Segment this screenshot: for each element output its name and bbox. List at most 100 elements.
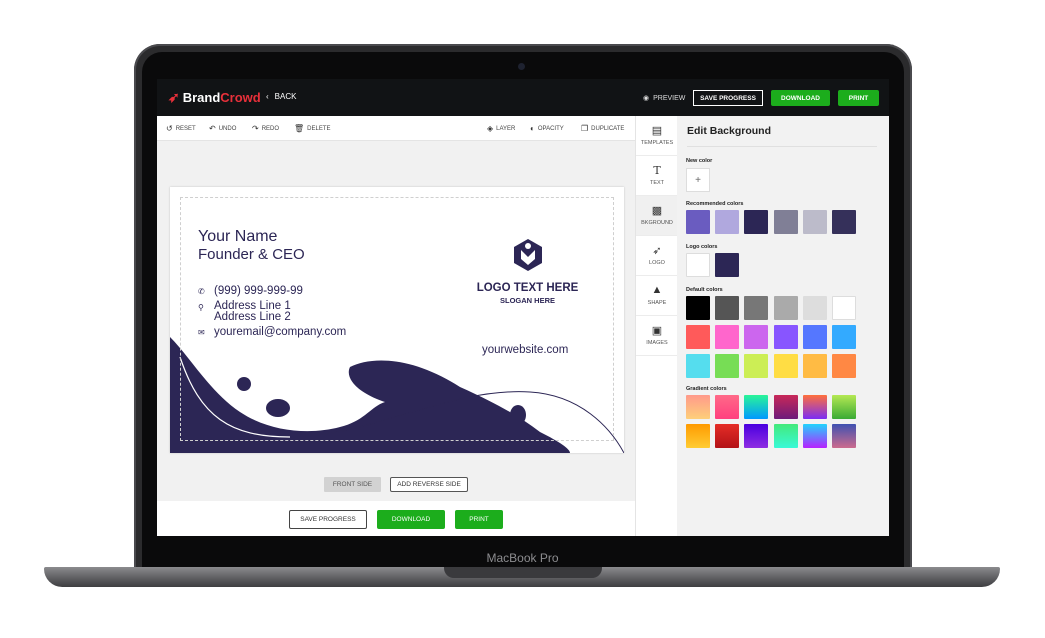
logo-color-swatch[interactable] xyxy=(715,253,740,277)
gradient-color-swatch[interactable] xyxy=(744,424,769,448)
gradient-color-swatch[interactable] xyxy=(715,424,740,448)
undo-button[interactable]: ↶ UNDO xyxy=(209,124,236,133)
sidebar-tabs: ▤ TEMPLATES T TEXT ▩ BKGROUND ➶ LOGO ▲ SHAPE … xyxy=(635,116,679,536)
recommended-color-swatch[interactable] xyxy=(686,210,710,234)
gradient-color-swatch[interactable] xyxy=(832,395,856,419)
gradient-color-swatch[interactable] xyxy=(773,424,798,448)
redo-icon: ↷ xyxy=(252,124,259,133)
delete-label: DELETE xyxy=(307,125,331,132)
slogan-text: SLOGAN HERE xyxy=(499,296,555,305)
gradient-color-swatch[interactable] xyxy=(715,395,740,419)
default-color-swatch[interactable] xyxy=(802,354,827,378)
logo-crowd-text: Crowd xyxy=(220,90,261,105)
opacity-button[interactable]: ◐ OPACITY xyxy=(530,124,564,133)
default-color-swatch[interactable] xyxy=(744,296,769,320)
tab-shape[interactable]: ▲ SHAPE xyxy=(636,276,678,316)
print-button[interactable]: PRINT xyxy=(838,90,879,106)
default-color-swatch[interactable] xyxy=(773,296,798,320)
default-color-swatch[interactable] xyxy=(802,325,827,349)
redo-label: REDO xyxy=(261,125,280,132)
default-color-swatch[interactable] xyxy=(773,354,798,378)
chevron-left-icon: ‹ xyxy=(266,92,269,101)
default-color-swatch[interactable] xyxy=(832,296,856,320)
plus-icon: + xyxy=(695,174,701,186)
reset-button[interactable]: ↺ RESET xyxy=(166,124,196,133)
brandcrowd-logo[interactable]: ➶ Brand Crowd xyxy=(168,89,261,106)
default-color-swatch[interactable] xyxy=(832,325,856,349)
default-color-swatch[interactable] xyxy=(773,325,798,349)
bottom-print-button[interactable]: PRINT xyxy=(455,510,503,529)
card-phone[interactable]: ✆ (999) 999-999-99 xyxy=(198,285,303,297)
bottom-download-button[interactable]: DOWNLOAD xyxy=(377,510,445,529)
background-icon: ▩ xyxy=(651,205,663,217)
top-bar: ➶ Brand Crowd ‹ BACK ◉ PREVIEW SAVE PROGR… xyxy=(157,79,889,116)
tab-logo[interactable]: ➶ LOGO xyxy=(636,236,678,276)
save-progress-button[interactable]: SAVE PROGRESS xyxy=(693,90,763,106)
business-card-front[interactable]: Your Name Founder & CEO ✆ (999) 999-999-9… xyxy=(170,187,624,453)
recommended-color-swatch[interactable] xyxy=(715,210,740,234)
editor-toolbar: ↺ RESET ↶ UNDO ↷ REDO 🗑 DELETE ◈ LAYER ◐ OPACI… xyxy=(157,116,635,141)
front-side-tab[interactable]: FRONT SIDE xyxy=(324,477,381,492)
card-name[interactable]: Your Name xyxy=(198,228,277,246)
tab-templates[interactable]: ▤ TEMPLATES xyxy=(636,116,678,156)
gradient-color-swatch[interactable] xyxy=(802,395,827,419)
recommended-color-swatch[interactable] xyxy=(802,210,827,234)
gradient-color-swatch[interactable] xyxy=(744,395,769,419)
back-button[interactable]: ‹ BACK xyxy=(266,92,296,101)
mail-icon: ✉ xyxy=(198,328,205,337)
shield-logo-icon xyxy=(513,239,542,271)
recommended-colors-label: Recommended colors xyxy=(686,201,744,207)
download-button[interactable]: DOWNLOAD xyxy=(771,90,830,106)
logo-color-swatch[interactable] xyxy=(686,253,710,277)
tab-images[interactable]: ▣ IMAGES xyxy=(636,316,678,356)
card-role[interactable]: Founder & CEO xyxy=(198,246,305,263)
bottom-save-progress-button[interactable]: SAVE PROGRESS xyxy=(289,510,367,529)
gradient-color-swatch[interactable] xyxy=(832,424,856,448)
redo-button[interactable]: ↷ REDO xyxy=(252,124,279,133)
default-color-swatch[interactable] xyxy=(744,354,769,378)
add-color-button[interactable]: + xyxy=(686,168,710,192)
laptop-notch xyxy=(444,567,602,578)
duplicate-button[interactable]: ❐ DUPLICATE xyxy=(581,124,624,133)
default-color-swatch[interactable] xyxy=(686,354,710,378)
location-pin-icon: ⚲ xyxy=(198,303,204,312)
default-color-swatch[interactable] xyxy=(744,325,769,349)
tab-background[interactable]: ▩ BKGROUND xyxy=(636,196,678,236)
delete-button[interactable]: 🗑 DELETE xyxy=(294,124,331,133)
preview-button[interactable]: ◉ PREVIEW xyxy=(643,94,686,103)
gradient-color-swatch[interactable] xyxy=(686,424,710,448)
recommended-color-swatch[interactable] xyxy=(832,210,856,234)
logo-colors-label: Logo colors xyxy=(686,244,718,250)
add-reverse-side-button[interactable]: ADD REVERSE SIDE xyxy=(390,477,468,492)
default-color-swatch[interactable] xyxy=(802,296,827,320)
tab-text-label: TEXT xyxy=(649,180,665,186)
default-color-swatch[interactable] xyxy=(715,296,740,320)
default-color-swatch[interactable] xyxy=(715,354,740,378)
card-email[interactable]: ✉ youremail@company.com xyxy=(198,326,346,338)
default-color-swatch[interactable] xyxy=(715,325,740,349)
undo-label: UNDO xyxy=(218,125,237,132)
tab-templates-label: TEMPLATES xyxy=(640,140,674,146)
card-logo[interactable]: LOGO TEXT HERE SLOGAN HERE xyxy=(460,237,595,305)
opacity-label: OPACITY xyxy=(537,125,564,132)
undo-icon: ↶ xyxy=(209,124,216,133)
recommended-color-swatch[interactable] xyxy=(744,210,769,234)
image-icon: ▣ xyxy=(651,325,663,337)
layout-icon: ▤ xyxy=(651,125,663,137)
layer-button[interactable]: ◈ LAYER xyxy=(487,124,515,133)
card-website[interactable]: yourwebsite.com xyxy=(482,344,568,356)
gradient-colors-label: Gradient colors xyxy=(686,386,727,392)
default-color-swatch[interactable] xyxy=(686,325,710,349)
preview-label: PREVIEW xyxy=(653,94,686,102)
logo-text: LOGO TEXT HERE xyxy=(476,282,579,294)
tab-text[interactable]: T TEXT xyxy=(636,156,678,196)
gradient-color-swatch[interactable] xyxy=(773,395,798,419)
gradient-color-swatch[interactable] xyxy=(802,424,827,448)
default-colors-label: Default colors xyxy=(686,287,723,293)
tab-logo-label: LOGO xyxy=(649,260,665,266)
card-address[interactable]: ⚲ Address Line 1 Address Line 2 xyxy=(198,300,291,323)
default-color-swatch[interactable] xyxy=(686,296,710,320)
gradient-color-swatch[interactable] xyxy=(686,395,710,419)
default-color-swatch[interactable] xyxy=(832,354,856,378)
recommended-color-swatch[interactable] xyxy=(773,210,798,234)
